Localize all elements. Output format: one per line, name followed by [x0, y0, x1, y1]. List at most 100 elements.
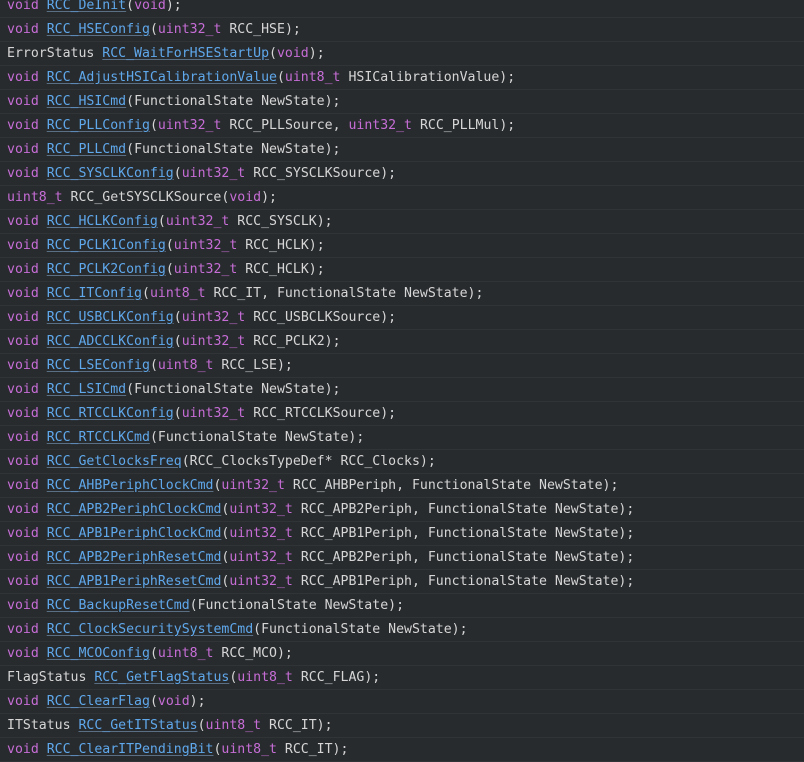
punctuation-token: ( [276, 70, 285, 85]
punctuation-token [39, 286, 47, 301]
function-name-token[interactable]: RCC_GetFlagStatus [94, 670, 229, 685]
code-line[interactable]: void RCC_ADCCLKConfig(uint32_t RCC_PCLK2… [0, 330, 804, 354]
function-name-token[interactable]: RCC_BackupResetCmd [47, 598, 190, 613]
function-name-token[interactable]: RCC_ClockSecuritySystemCmd [47, 622, 253, 637]
code-line[interactable]: void RCC_RTCCLKCmd(FunctionalState NewSt… [0, 426, 804, 450]
function-name-token[interactable]: RCC_WaitForHSEStartUp [102, 46, 269, 61]
function-name-token[interactable]: RCC_DeInit [47, 0, 126, 13]
parameter-token: RCC_LSE); [213, 358, 293, 373]
punctuation-token [39, 550, 47, 565]
keyword-token: uint32_t [157, 118, 222, 133]
function-name-token[interactable]: RCC_APB1PeriphResetCmd [47, 574, 222, 589]
function-name-token[interactable]: RCC_ADCCLKConfig [47, 334, 174, 349]
code-line[interactable]: void RCC_PCLK1Config(uint32_t RCC_HCLK); [0, 234, 804, 258]
keyword-token: uint8_t [7, 190, 63, 205]
punctuation-token [39, 166, 47, 181]
code-line[interactable]: void RCC_ClearITPendingBit(uint8_t RCC_I… [0, 738, 804, 762]
function-name-token[interactable]: RCC_PCLK1Config [47, 238, 166, 253]
punctuation-token: ); [165, 0, 182, 13]
keyword-token: uint8_t [157, 646, 214, 661]
code-line[interactable]: void RCC_APB1PeriphClockCmd(uint32_t RCC… [0, 522, 804, 546]
punctuation-token: ( [165, 238, 174, 253]
function-name-token[interactable]: RCC_APB2PeriphResetCmd [47, 550, 222, 565]
function-name-token[interactable]: RCC_ClearITPendingBit [47, 742, 214, 757]
code-line[interactable]: void RCC_RTCCLKConfig(uint32_t RCC_RTCCL… [0, 402, 804, 426]
code-line[interactable]: void RCC_BackupResetCmd(FunctionalState … [0, 594, 804, 618]
function-name-token[interactable]: RCC_RTCCLKCmd [47, 430, 150, 445]
code-line[interactable]: void RCC_ClearFlag(void); [0, 690, 804, 714]
parameter-token: RCC_HCLK); [237, 238, 325, 253]
code-line[interactable]: void RCC_HSEConfig(uint32_t RCC_HSE); [0, 18, 804, 42]
function-name-token[interactable]: RCC_GetClocksFreq [47, 454, 182, 469]
keyword-token: void [7, 382, 39, 397]
function-name-token[interactable]: RCC_ITConfig [47, 286, 142, 301]
function-name-token[interactable]: RCC_USBCLKConfig [47, 310, 174, 325]
parameter-token: (FunctionalState NewState); [189, 598, 405, 613]
punctuation-token [39, 214, 47, 229]
code-line[interactable]: void RCC_LSEConfig(uint8_t RCC_LSE); [0, 354, 804, 378]
parameter-token: RCC_HSE); [221, 22, 301, 37]
function-name-token[interactable]: RCC_HSEConfig [47, 22, 150, 37]
parameter-token: RCC_SYSCLK); [229, 214, 333, 229]
function-name-token[interactable]: RCC_GetITStatus [78, 718, 197, 733]
code-line[interactable]: void RCC_ClockSecuritySystemCmd(Function… [0, 618, 804, 642]
code-line[interactable]: void RCC_GetClocksFreq(RCC_ClocksTypeDef… [0, 450, 804, 474]
function-name-token[interactable]: RCC_LSICmd [47, 382, 126, 397]
code-line[interactable]: void RCC_APB1PeriphResetCmd(uint32_t RCC… [0, 570, 804, 594]
code-line[interactable]: void RCC_APB2PeriphClockCmd(uint32_t RCC… [0, 498, 804, 522]
parameter-token: RCC_HCLK); [237, 262, 325, 277]
function-name-token[interactable]: RCC_APB1PeriphClockCmd [47, 526, 222, 541]
function-name-token[interactable]: RCC_PLLConfig [47, 118, 150, 133]
keyword-token: void [7, 694, 39, 709]
function-name-token[interactable]: RCC_LSEConfig [47, 358, 150, 373]
keyword-token: uint32_t [229, 550, 293, 565]
keyword-token: void [7, 478, 39, 493]
code-line[interactable]: void RCC_AdjustHSICalibrationValue(uint8… [0, 66, 804, 90]
code-line[interactable]: FlagStatus RCC_GetFlagStatus(uint8_t RCC… [0, 666, 804, 690]
punctuation-token [39, 502, 47, 517]
punctuation-token [39, 646, 47, 661]
code-line[interactable]: void RCC_AHBPeriphClockCmd(uint32_t RCC_… [0, 474, 804, 498]
keyword-token: void [7, 406, 39, 421]
code-line[interactable]: void RCC_PCLK2Config(uint32_t RCC_HCLK); [0, 258, 804, 282]
function-name-token[interactable]: RCC_SYSCLKConfig [47, 166, 174, 181]
code-line[interactable]: void RCC_MCOConfig(uint8_t RCC_MCO); [0, 642, 804, 666]
function-name-token[interactable]: RCC_PLLCmd [47, 142, 126, 157]
function-name-token[interactable]: RCC_HSICmd [47, 94, 126, 109]
code-line[interactable]: void RCC_LSICmd(FunctionalState NewState… [0, 378, 804, 402]
function-name-token[interactable]: RCC_AHBPeriphClockCmd [47, 478, 214, 493]
type-token: ErrorStatus [7, 46, 95, 61]
keyword-token: void [7, 238, 39, 253]
code-line[interactable]: void RCC_HCLKConfig(uint32_t RCC_SYSCLK)… [0, 210, 804, 234]
keyword-token: uint32_t [229, 526, 293, 541]
code-line[interactable]: void RCC_DeInit(void); [0, 0, 804, 18]
parameter-token: RCC_APB2Periph, FunctionalState NewState… [292, 550, 635, 565]
keyword-token: void [7, 94, 39, 109]
code-line[interactable]: void RCC_PLLCmd(FunctionalState NewState… [0, 138, 804, 162]
punctuation-token [39, 574, 47, 589]
code-line[interactable]: void RCC_ITConfig(uint8_t RCC_IT, Functi… [0, 282, 804, 306]
function-name-token[interactable]: RCC_PCLK2Config [47, 262, 166, 277]
code-line[interactable]: void RCC_PLLConfig(uint32_t RCC_PLLSourc… [0, 114, 804, 138]
code-line[interactable]: void RCC_HSICmd(FunctionalState NewState… [0, 90, 804, 114]
code-line[interactable]: ITStatus RCC_GetITStatus(uint8_t RCC_IT)… [0, 714, 804, 738]
code-line[interactable]: void RCC_APB2PeriphResetCmd(uint32_t RCC… [0, 546, 804, 570]
function-name-token[interactable]: RCC_MCOConfig [47, 646, 150, 661]
code-line[interactable]: void RCC_USBCLKConfig(uint32_t RCC_USBCL… [0, 306, 804, 330]
keyword-token: void [7, 286, 39, 301]
punctuation-token [39, 478, 47, 493]
keyword-token: void [7, 166, 39, 181]
function-name-token[interactable]: RCC_AdjustHSICalibrationValue [47, 70, 277, 85]
parameter-token: (FunctionalState NewState); [126, 382, 341, 397]
punctuation-token [39, 454, 47, 469]
code-line[interactable]: void RCC_SYSCLKConfig(uint32_t RCC_SYSCL… [0, 162, 804, 186]
code-line[interactable]: uint8_t RCC_GetSYSCLKSource(void); [0, 186, 804, 210]
function-name-token[interactable]: RCC_APB2PeriphClockCmd [47, 502, 222, 517]
punctuation-token: ( [173, 406, 182, 421]
function-name-token[interactable]: RCC_RTCCLKConfig [47, 406, 174, 421]
function-name-token[interactable]: RCC_ClearFlag [47, 694, 150, 709]
keyword-token: uint32_t [173, 262, 238, 277]
keyword-token: uint32_t [229, 574, 293, 589]
function-name-token[interactable]: RCC_HCLKConfig [47, 214, 158, 229]
code-line[interactable]: ErrorStatus RCC_WaitForHSEStartUp(void); [0, 42, 804, 66]
